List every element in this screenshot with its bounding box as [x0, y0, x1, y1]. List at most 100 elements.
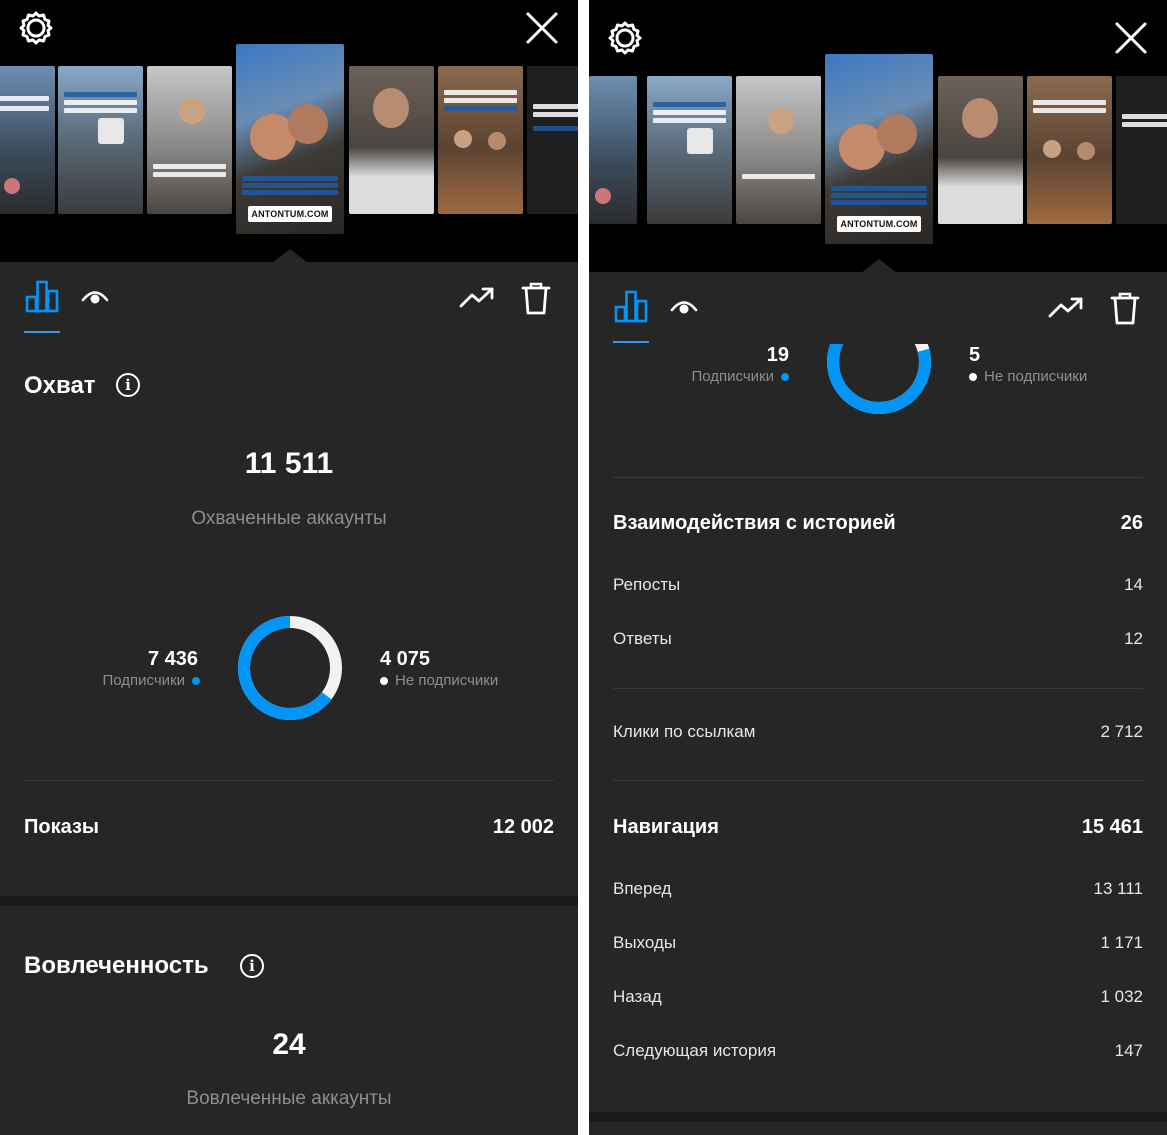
- close-icon: [526, 12, 558, 44]
- link-clicks-value: 2 712: [1100, 722, 1143, 741]
- followers-legend: Подписчики: [102, 672, 200, 689]
- story-thumbnail[interactable]: [58, 66, 143, 214]
- close-button[interactable]: [522, 8, 562, 48]
- info-icon[interactable]: i: [240, 954, 264, 978]
- followers-dot: [781, 372, 789, 381]
- story-thumbnails-strip[interactable]: ANTONTUM.COM: [589, 54, 1167, 254]
- eye-icon: [670, 301, 698, 314]
- eye-icon: [81, 291, 109, 304]
- accounts-engaged-label: Вовлеченные аккаунты: [186, 1088, 392, 1109]
- link-clicks-label: Клики по ссылкам: [613, 722, 756, 741]
- divider: [24, 780, 554, 781]
- insights-sheet: 19 Подписчики 5 Не подписчики Взаимодейс…: [589, 272, 1167, 1135]
- non-followers-dot: [969, 372, 977, 381]
- promote-button[interactable]: [1047, 292, 1085, 322]
- back-value: 1 032: [1100, 987, 1143, 1006]
- left-insights-screen: ANTONTUM.COM Охват i 11 511 Охваченные а…: [0, 0, 578, 1135]
- delete-button[interactable]: [1107, 290, 1143, 326]
- story-thumbnails-strip[interactable]: ANTONTUM.COM: [0, 44, 578, 244]
- delete-button[interactable]: [518, 280, 554, 316]
- next-story-label: Следующая история: [613, 1041, 777, 1060]
- gear-icon: [19, 11, 53, 45]
- followers-label: Подписчики: [691, 368, 774, 385]
- exits-value: 1 171: [1100, 933, 1143, 952]
- shares-label: Репосты: [613, 575, 681, 594]
- forward-label: Вперед: [613, 879, 672, 898]
- story-thumbnail[interactable]: [527, 66, 578, 214]
- story-thumbnail[interactable]: [1027, 76, 1112, 224]
- insights-tab[interactable]: [24, 278, 60, 314]
- exits-label: Выходы: [613, 933, 677, 952]
- trending-up-icon: [1048, 297, 1083, 318]
- story-thumbnail[interactable]: [349, 66, 434, 214]
- accounts-engaged-value: 24: [272, 1028, 306, 1061]
- story-thumbnail[interactable]: [589, 76, 637, 224]
- active-tab-indicator: [24, 331, 60, 333]
- engagement-title: Вовлеченность: [24, 952, 209, 979]
- viewers-tab[interactable]: [669, 292, 699, 322]
- info-icon[interactable]: i: [116, 373, 140, 397]
- non-followers-legend: Не подписчики: [380, 672, 498, 689]
- reach-title: Охват: [24, 372, 96, 399]
- insights-sheet: Охват i 11 511 Охваченные аккаунты 7 436…: [0, 262, 578, 1135]
- non-followers-legend: Не подписчики: [969, 368, 1087, 385]
- section-separator: [589, 1112, 1167, 1122]
- gear-icon: [608, 21, 642, 55]
- active-tab-indicator: [613, 341, 649, 343]
- selected-story-pointer: [861, 259, 897, 273]
- accounts-reached-label: Охваченные аккаунты: [191, 508, 387, 529]
- replies-value: 12: [1124, 629, 1143, 648]
- non-followers-value: 4 075: [380, 648, 431, 670]
- followers-value: 19: [766, 344, 789, 366]
- insights-toolbar: [0, 262, 578, 334]
- story-thumbnail[interactable]: [938, 76, 1023, 224]
- story-thumbnail[interactable]: [0, 66, 55, 214]
- replies-label: Ответы: [613, 629, 672, 648]
- interactions-title: Взаимодействия с историей: [613, 512, 896, 534]
- section-separator: [0, 896, 578, 906]
- followers-value: 7 436: [147, 648, 198, 670]
- shares-value: 14: [1124, 575, 1143, 594]
- close-button[interactable]: [1111, 18, 1151, 58]
- story-thumbnail[interactable]: [438, 66, 523, 214]
- divider: [613, 780, 1143, 781]
- close-icon: [1115, 22, 1147, 54]
- followers-dot: [192, 676, 200, 685]
- story-thumbnail-selected[interactable]: ANTONTUM.COM: [236, 44, 344, 234]
- screenshot-divider: [578, 0, 589, 1135]
- settings-icon[interactable]: [16, 8, 56, 48]
- followers-legend: Подписчики: [691, 368, 789, 385]
- scroll-content[interactable]: 19 Подписчики 5 Не подписчики Взаимодейс…: [589, 344, 1167, 1135]
- story-thumbnail-selected[interactable]: ANTONTUM.COM: [825, 54, 933, 244]
- impressions-label: Показы: [24, 816, 99, 838]
- divider: [613, 477, 1143, 478]
- followers-donut-chart: [238, 616, 342, 720]
- trending-up-icon: [459, 287, 494, 308]
- story-thumbnail[interactable]: [647, 76, 732, 224]
- divider: [613, 688, 1143, 689]
- link-sticker: ANTONTUM.COM: [837, 216, 921, 232]
- trash-icon: [1110, 292, 1140, 325]
- bar-chart-icon: [25, 280, 59, 313]
- navigation-total: 15 461: [1081, 816, 1143, 838]
- selected-story-pointer: [272, 249, 308, 263]
- followers-label: Подписчики: [102, 672, 185, 689]
- story-thumbnail[interactable]: [147, 66, 232, 214]
- story-thumbnail[interactable]: [1116, 76, 1167, 224]
- non-followers-label: Не подписчики: [984, 368, 1088, 385]
- impressions-value: 12 002: [492, 816, 554, 838]
- accounts-reached-value: 11 511: [244, 447, 334, 480]
- viewers-tab[interactable]: [80, 282, 110, 312]
- settings-icon[interactable]: [605, 18, 645, 58]
- non-followers-value: 5: [969, 344, 981, 366]
- promote-button[interactable]: [458, 282, 496, 312]
- back-label: Назад: [613, 987, 662, 1006]
- bar-chart-icon: [614, 290, 648, 323]
- insights-tab[interactable]: [613, 288, 649, 324]
- navigation-title: Навигация: [613, 816, 719, 838]
- story-thumbnail[interactable]: [736, 76, 821, 224]
- forward-value: 13 111: [1093, 879, 1143, 898]
- next-story-value: 147: [1114, 1041, 1143, 1060]
- donut-followers-arc: [827, 344, 931, 414]
- non-followers-label: Не подписчики: [395, 672, 499, 689]
